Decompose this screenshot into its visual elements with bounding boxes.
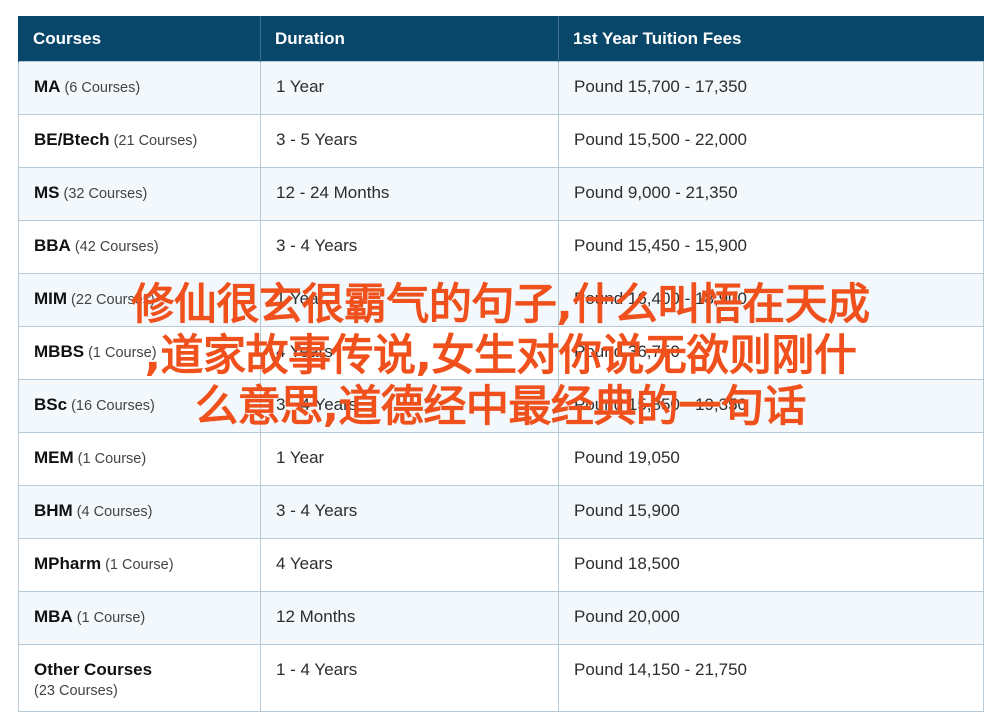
fees-cell: Pound 14,150 - 21,750 <box>558 644 984 712</box>
top-strip <box>0 0 1001 16</box>
course-name[interactable]: MIM <box>34 289 67 308</box>
header-duration: Duration <box>260 16 559 62</box>
fees-cell: Pound 15,450 - 15,900 <box>558 220 984 274</box>
course-cell: MIM (22 Courses) <box>18 273 261 327</box>
table-header-row: Courses Duration 1st Year Tuition Fees <box>18 16 984 62</box>
course-cell: Other Courses (23 Courses) <box>18 644 261 712</box>
course-cell: MBA (1 Course) <box>18 591 261 645</box>
course-name[interactable]: MS <box>34 183 60 202</box>
course-cell: MA (6 Courses) <box>18 61 261 115</box>
fees-cell: Pound 36,750 <box>558 326 984 380</box>
table-row: MIM (22 Courses) 1 Year Pound 16,400 - 18… <box>18 273 984 327</box>
course-count: (16 Courses) <box>71 398 155 414</box>
duration-cell: 4 Years <box>260 538 559 592</box>
fees-cell: Pound 9,000 - 21,350 <box>558 167 984 221</box>
duration-cell: 1 Year <box>260 61 559 115</box>
table-row: MBBS (1 Course) 4 Years Pound 36,750 <box>18 326 984 380</box>
course-cell: BSc (16 Courses) <box>18 379 261 433</box>
table-row: BBA (42 Courses) 3 - 4 Years Pound 15,450… <box>18 220 984 274</box>
page: Courses Duration 1st Year Tuition Fees M… <box>0 0 1001 720</box>
course-count: (23 Courses) <box>34 683 118 699</box>
fees-cell: Pound 15,850 - 19,350 <box>558 379 984 433</box>
course-count: (22 Courses) <box>71 292 155 308</box>
fees-cell: Pound 20,000 <box>558 591 984 645</box>
course-cell: BE/Btech (21 Courses) <box>18 114 261 168</box>
course-count: (32 Courses) <box>63 186 148 202</box>
table-row: MS (32 Courses) 12 - 24 Months Pound 9,00… <box>18 167 984 221</box>
course-cell: MS (32 Courses) <box>18 167 261 221</box>
course-name[interactable]: MBBS <box>34 342 84 361</box>
duration-cell: 12 - 24 Months <box>260 167 559 221</box>
course-count: (42 Courses) <box>74 239 159 255</box>
fees-cell: Pound 16,400 - 18,900 <box>558 273 984 327</box>
course-count: (1 Course) <box>88 345 157 361</box>
course-count: (1 Course) <box>77 451 147 467</box>
course-name[interactable]: MA <box>34 77 60 96</box>
course-name[interactable]: MEM <box>34 448 74 467</box>
course-name[interactable]: BE/Btech <box>34 130 110 149</box>
course-cell: MBBS (1 Course) <box>18 326 261 380</box>
duration-cell: 4 Years <box>260 326 559 380</box>
table-row: MA (6 Courses) 1 Year Pound 15,700 - 17,3… <box>18 61 984 115</box>
fees-cell: Pound 18,500 <box>558 538 984 592</box>
course-name[interactable]: MBA <box>34 607 73 626</box>
table-row: MEM (1 Course) 1 Year Pound 19,050 <box>18 432 984 486</box>
course-count: (1 Course) <box>76 610 146 626</box>
fees-cell: Pound 19,050 <box>558 432 984 486</box>
duration-cell: 3 - 4 Years <box>260 379 559 433</box>
duration-cell: 1 - 4 Years <box>260 644 559 712</box>
course-cell: MPharm (1 Course) <box>18 538 261 592</box>
course-count: (21 Courses) <box>113 133 198 149</box>
duration-cell: 3 - 4 Years <box>260 220 559 274</box>
course-name[interactable]: MPharm <box>34 554 101 573</box>
course-name[interactable]: Other Courses <box>34 660 152 679</box>
table-row: MPharm (1 Course) 4 Years Pound 18,500 <box>18 538 984 592</box>
duration-cell: 1 Year <box>260 273 559 327</box>
courses-table: Courses Duration 1st Year Tuition Fees M… <box>18 16 984 712</box>
fees-cell: Pound 15,500 - 22,000 <box>558 114 984 168</box>
header-tuition-fees: 1st Year Tuition Fees <box>558 16 984 62</box>
course-count: (6 Courses) <box>64 80 141 96</box>
duration-cell: 12 Months <box>260 591 559 645</box>
course-name[interactable]: BBA <box>34 236 71 255</box>
course-cell: BBA (42 Courses) <box>18 220 261 274</box>
table-row: BSc (16 Courses) 3 - 4 Years Pound 15,850… <box>18 379 984 433</box>
fees-cell: Pound 15,700 - 17,350 <box>558 61 984 115</box>
course-name[interactable]: BSc <box>34 395 67 414</box>
table-row: BHM (4 Courses) 3 - 4 Years Pound 15,900 <box>18 485 984 539</box>
header-courses: Courses <box>18 16 261 62</box>
duration-cell: 3 - 5 Years <box>260 114 559 168</box>
table-row: BE/Btech (21 Courses) 3 - 5 Years Pound 1… <box>18 114 984 168</box>
duration-cell: 1 Year <box>260 432 559 486</box>
table-row: MBA (1 Course) 12 Months Pound 20,000 <box>18 591 984 645</box>
table-row: Other Courses (23 Courses) 1 - 4 Years Po… <box>18 644 984 712</box>
course-cell: BHM (4 Courses) <box>18 485 261 539</box>
course-count: (1 Course) <box>105 557 174 573</box>
fees-cell: Pound 15,900 <box>558 485 984 539</box>
course-count: (4 Courses) <box>76 504 153 520</box>
course-cell: MEM (1 Course) <box>18 432 261 486</box>
course-name[interactable]: BHM <box>34 501 73 520</box>
duration-cell: 3 - 4 Years <box>260 485 559 539</box>
